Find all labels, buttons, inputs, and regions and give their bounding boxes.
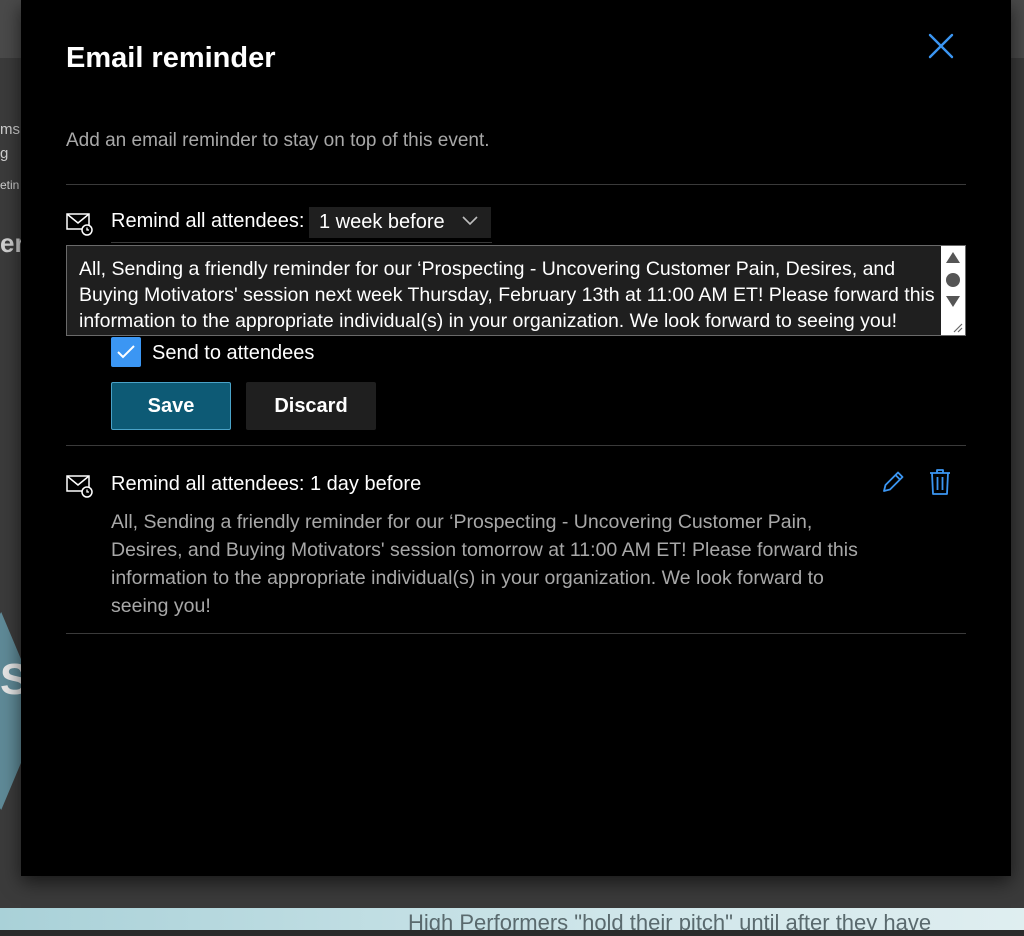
background-banner-text: High Performers "hold their pitch" until… bbox=[408, 912, 932, 930]
remind-label: Remind all attendees: bbox=[111, 210, 305, 232]
dialog-title: Email reminder bbox=[66, 42, 276, 74]
pencil-icon bbox=[883, 471, 904, 492]
background-text-fragment: g bbox=[0, 145, 9, 162]
dialog-subtitle: Add an email reminder to stay on top of … bbox=[66, 130, 490, 151]
divider bbox=[66, 445, 966, 446]
background-text-fragment: ms bbox=[0, 121, 20, 138]
edit-reminder-button[interactable] bbox=[878, 467, 908, 497]
delete-reminder-button[interactable] bbox=[925, 467, 955, 497]
close-icon bbox=[928, 33, 954, 59]
scroll-up-arrow-icon[interactable] bbox=[946, 252, 960, 263]
close-button[interactable] bbox=[921, 26, 961, 66]
discard-button[interactable]: Discard bbox=[246, 382, 376, 430]
reminder-message-textarea[interactable]: All, Sending a friendly reminder for our… bbox=[66, 245, 966, 336]
chevron-down-icon bbox=[462, 216, 478, 226]
textarea-scrollbar[interactable] bbox=[941, 246, 965, 335]
mail-clock-icon bbox=[66, 213, 93, 236]
background-footer-strip bbox=[0, 930, 1024, 936]
reminder-timing-dropdown[interactable]: 1 week before bbox=[309, 207, 491, 238]
send-to-attendees-checkbox[interactable] bbox=[111, 337, 141, 367]
background-text-fragment: etin bbox=[0, 178, 20, 192]
mail-clock-icon bbox=[66, 475, 93, 498]
existing-reminder-label: Remind all attendees: 1 day before bbox=[111, 473, 422, 495]
dropdown-underline bbox=[111, 242, 492, 243]
scroll-thumb[interactable] bbox=[946, 273, 960, 287]
divider bbox=[66, 184, 966, 185]
save-button[interactable]: Save bbox=[111, 382, 231, 430]
scroll-down-arrow-icon[interactable] bbox=[946, 296, 960, 307]
dropdown-selected-value: 1 week before bbox=[319, 211, 445, 233]
resize-grip-icon[interactable] bbox=[951, 321, 963, 333]
send-to-attendees-label: Send to attendees bbox=[152, 342, 315, 364]
email-reminder-dialog: Email reminder Add an email reminder to … bbox=[21, 0, 1011, 876]
trash-icon bbox=[930, 469, 950, 495]
checkmark-icon bbox=[117, 345, 135, 359]
reminder-message-text: All, Sending a friendly reminder for our… bbox=[79, 258, 935, 332]
existing-reminder-message: All, Sending a friendly reminder for our… bbox=[111, 511, 858, 617]
divider bbox=[66, 633, 966, 634]
